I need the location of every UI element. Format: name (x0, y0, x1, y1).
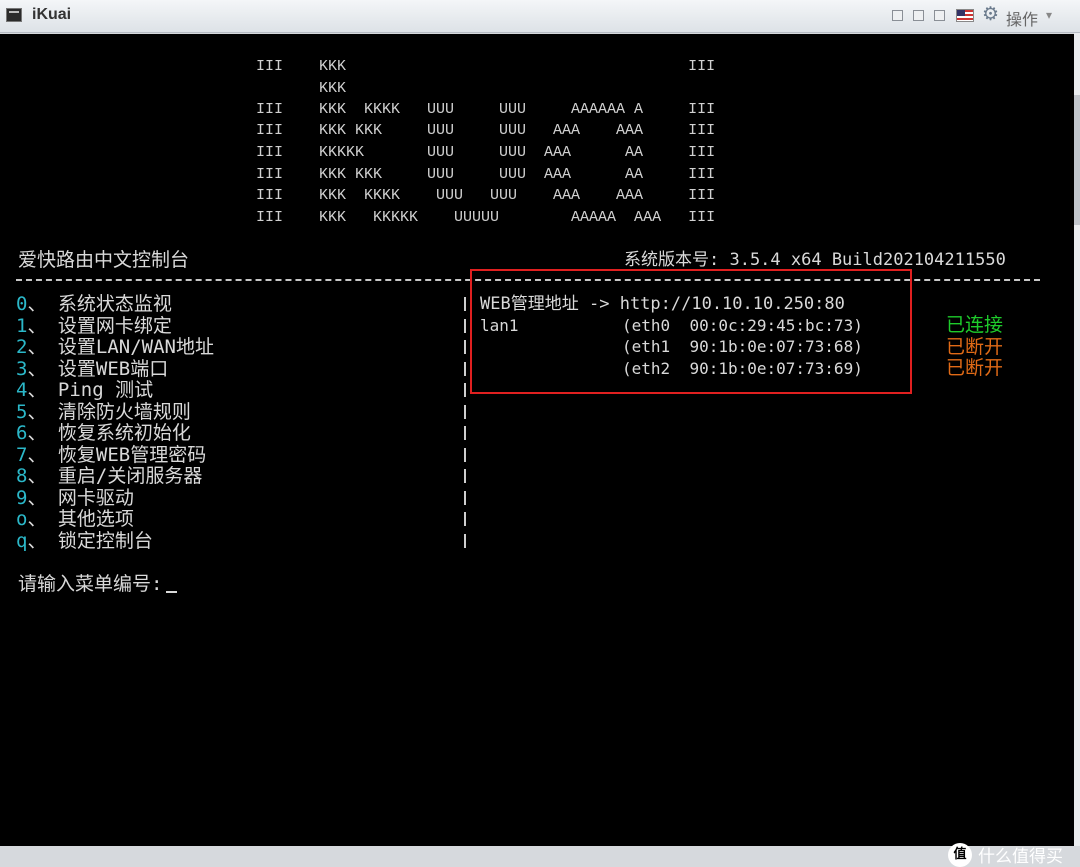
window-titlebar: iKuai ⚙ 操作 ▾ (0, 0, 1080, 33)
web-address-line: WEB管理地址 -> http://10.10.10.250:80 (480, 294, 845, 314)
gear-icon[interactable]: ⚙ (982, 5, 999, 25)
menu-item-7: 7、 恢复WEB管理密码 (16, 444, 207, 466)
minimize-button[interactable] (892, 10, 903, 21)
column-separator (464, 319, 466, 333)
interface-row: (eth0 00:0c:29:45:bc:73) (622, 316, 863, 335)
column-separator (464, 297, 466, 311)
menu-item-5: 5、 清除防火墙规则 (16, 401, 191, 423)
column-separator (464, 448, 466, 462)
console-title: 爱快路由中文控制台 (18, 249, 190, 271)
ascii-logo-line: III KKK KKKK UUU UUU AAAAAA A III (256, 101, 716, 118)
window-title: iKuai (32, 6, 72, 23)
column-separator (464, 469, 466, 483)
text-cursor (166, 591, 178, 593)
console-screen[interactable]: III KKK III KKK III KKK KKKK UUU UUU AAA… (0, 34, 1074, 867)
menu-item-1: 1、 设置网卡绑定 (16, 315, 172, 337)
status-badge: 已连接 (946, 314, 1004, 336)
interface-row: (eth1 90:1b:0e:07:73:68) (622, 337, 863, 356)
ascii-logo-line: III KKK KKKK UUU UUU AAA AAA III (256, 187, 716, 204)
menu-item-9: 9、 网卡驱动 (16, 487, 134, 509)
column-separator (464, 405, 466, 419)
menu-input-prompt[interactable]: 请输入菜单编号: (18, 574, 178, 594)
column-separator (464, 512, 466, 526)
ascii-logo-line: III KKKKK UUU UUU AAA AA III (256, 144, 716, 161)
lan-name: lan1 (480, 316, 519, 335)
ascii-logo-line: III KKK III (256, 58, 716, 75)
column-separator (464, 534, 466, 548)
scrollbar-thumb[interactable] (1074, 95, 1080, 225)
column-separator (464, 383, 466, 397)
column-separator (464, 491, 466, 505)
menu-item-q: q、 锁定控制台 (16, 530, 153, 552)
menu-item-8: 8、 重启/关闭服务器 (16, 465, 203, 487)
menu-item-4: 4、 Ping 测试 (16, 379, 154, 401)
ascii-logo-line: III KKK KKK UUU UUU AAA AA III (256, 166, 716, 183)
us-flag-icon[interactable] (956, 9, 974, 22)
ascii-logo-line: III KKK KKK UUU UUU AAA AAA III (256, 122, 716, 139)
interface-row: (eth2 90:1b:0e:07:73:69) (622, 359, 863, 378)
maximize-button[interactable] (934, 10, 945, 21)
ascii-logo-line: III KKK KKKKK UUUUU AAAAA AAA III (256, 209, 716, 226)
column-separator (464, 426, 466, 440)
status-badge: 已断开 (946, 336, 1004, 358)
menu-item-0: 0、 系统状态监视 (16, 293, 172, 315)
restore-button[interactable] (913, 10, 924, 21)
column-separator (464, 362, 466, 376)
menu-item-3: 3、 设置WEB端口 (16, 358, 169, 380)
ascii-logo-line: KKK (256, 80, 347, 97)
menu-item-o: o、 其他选项 (16, 508, 134, 530)
watermark-logo-icon: 值 (948, 842, 972, 867)
chevron-down-icon[interactable]: ▾ (1046, 8, 1052, 22)
menu-item-2: 2、 设置LAN/WAN地址 (16, 336, 214, 358)
operations-menu-button[interactable]: 操作 (1006, 6, 1038, 30)
version-info: 系统版本号: 3.5.4 x64 Build202104211550 (624, 250, 1006, 270)
column-separator (464, 340, 466, 354)
status-badge: 已断开 (946, 357, 1004, 379)
menu-item-6: 6、 恢复系统初始化 (16, 422, 191, 444)
terminal-app-icon (6, 8, 22, 22)
